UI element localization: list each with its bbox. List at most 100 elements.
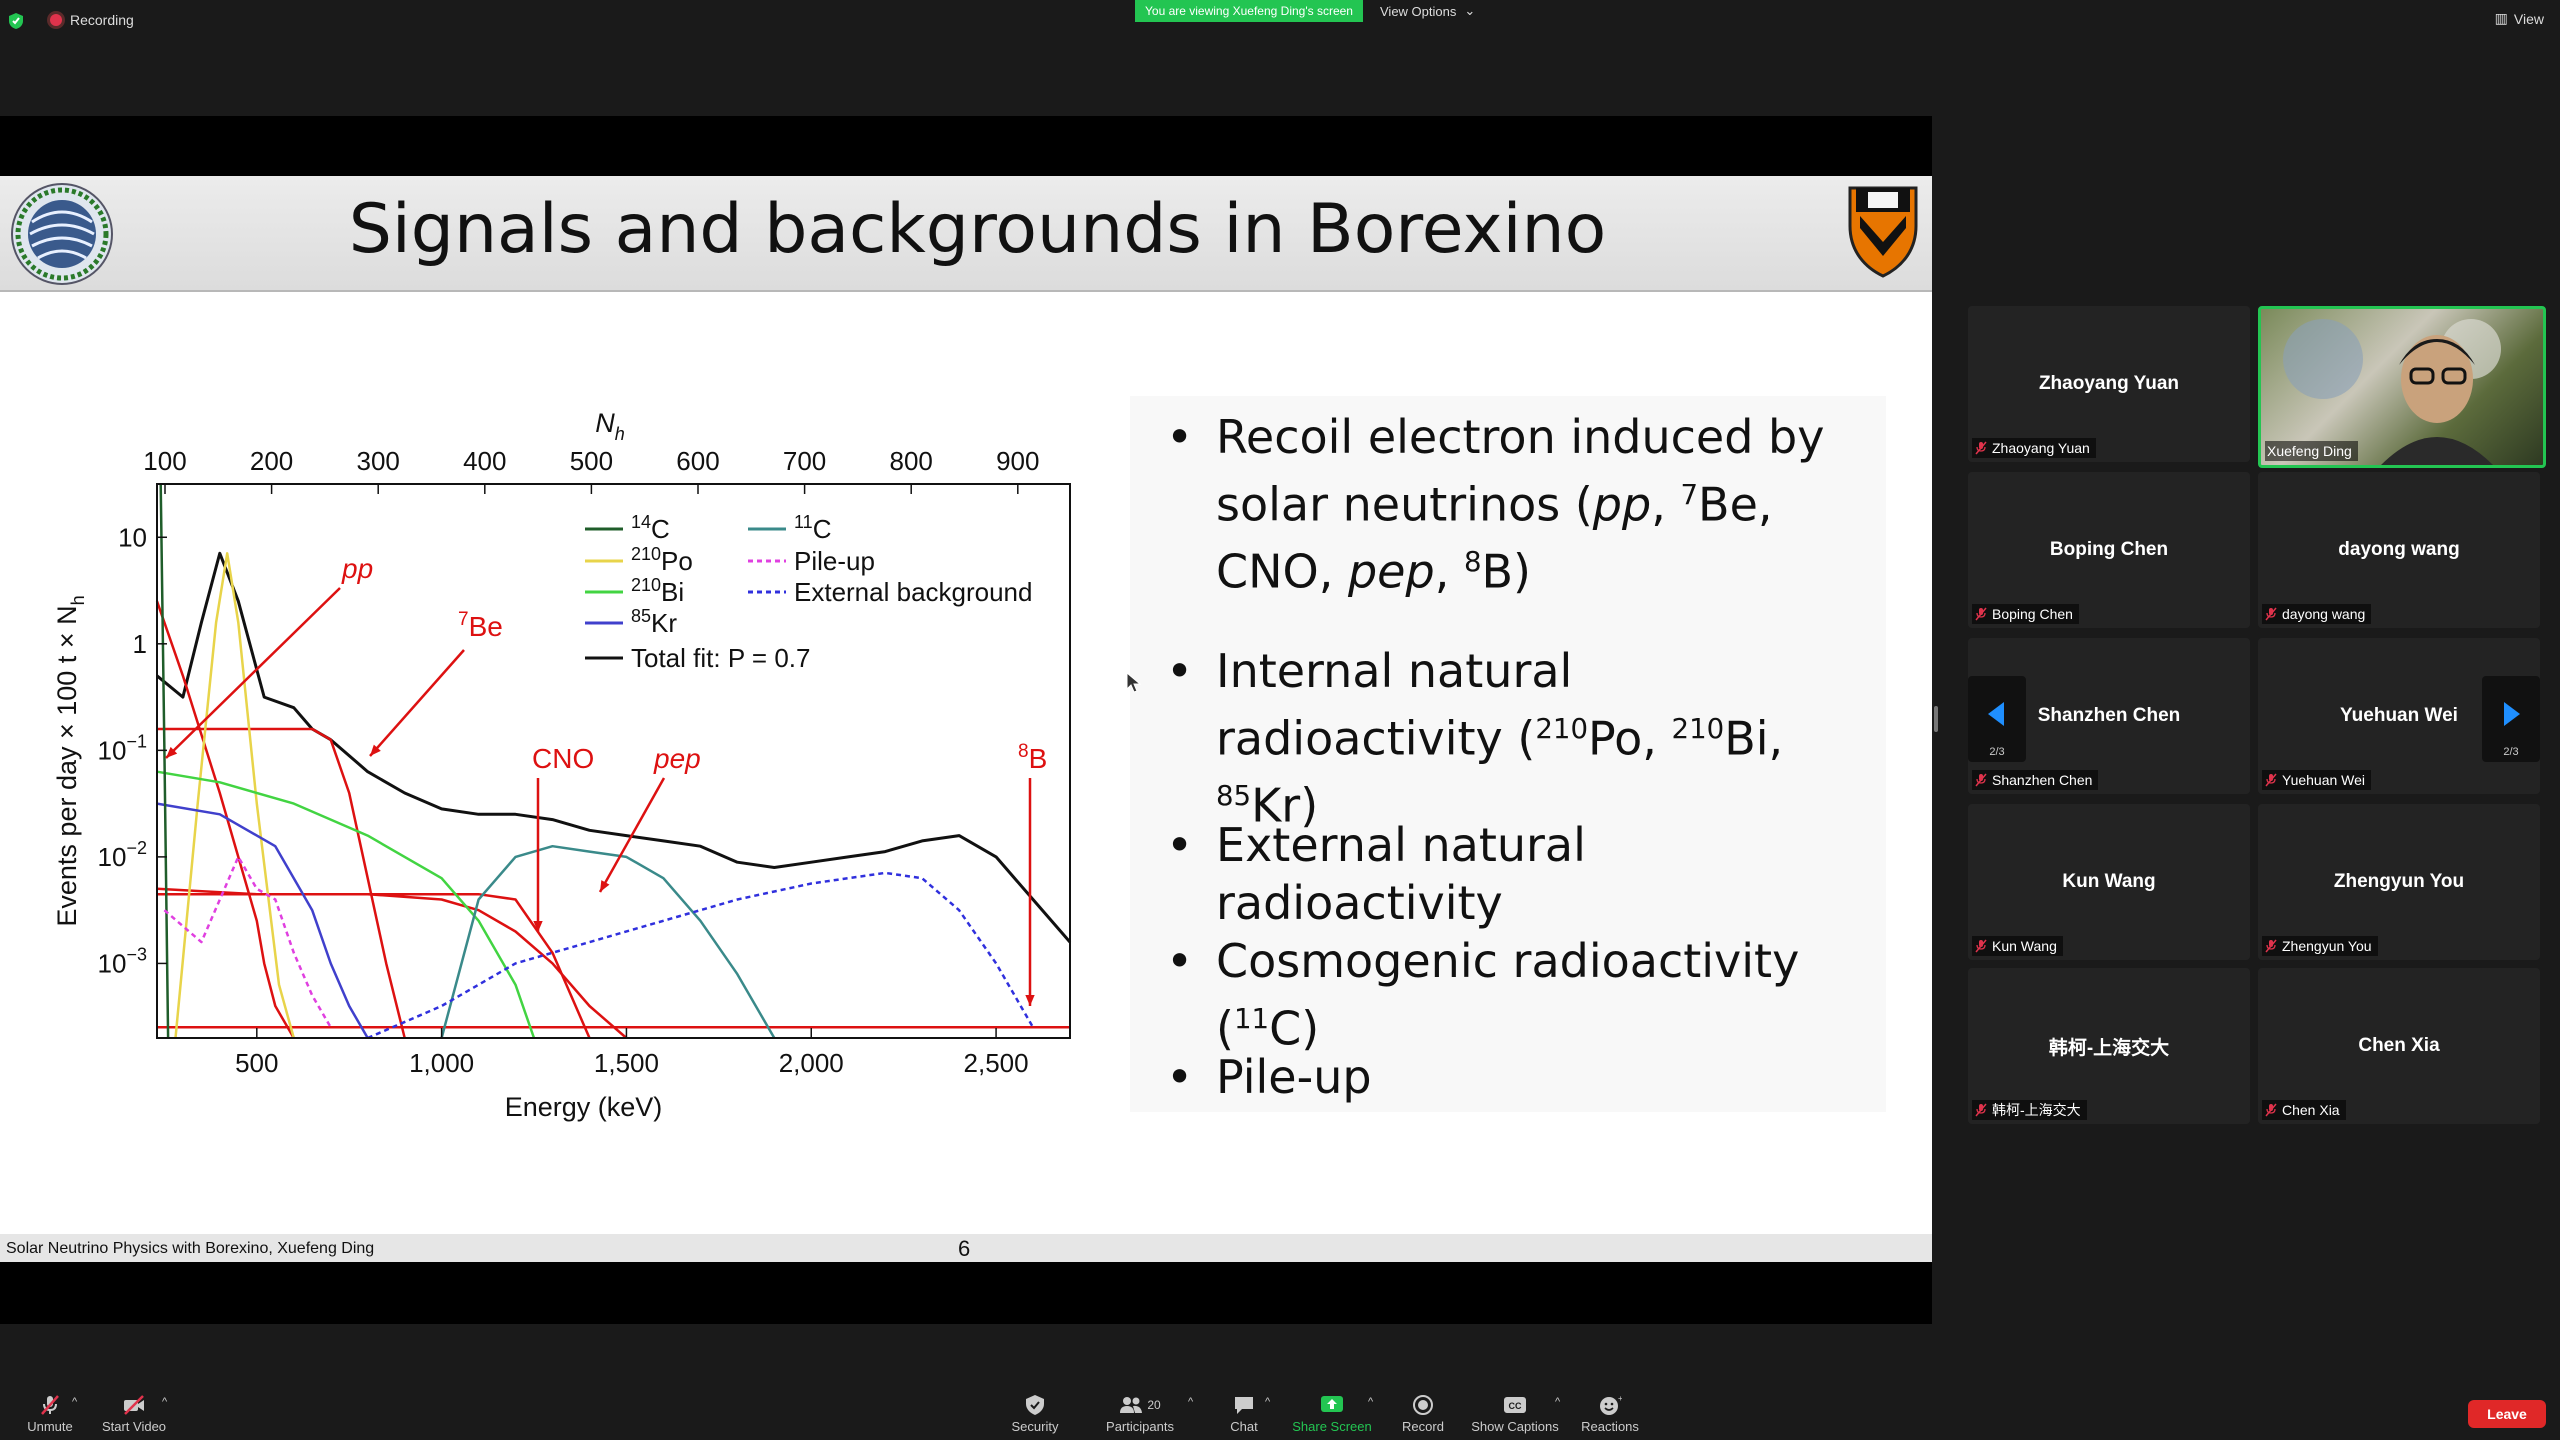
svg-text:CC: CC: [1509, 1401, 1522, 1411]
series-line-12: [367, 871, 1035, 1040]
participants-label: Participants: [1106, 1419, 1174, 1434]
participant-label: Zhaoyang Yuan: [1972, 438, 2096, 458]
x2-tick-label: 600: [676, 446, 719, 476]
bullet-item: • Internal natural radioactivity (210Po, …: [1166, 642, 1856, 835]
reactions-button[interactable]: + Reactions: [1578, 1388, 1642, 1440]
closed-captions-icon: CC: [1504, 1397, 1526, 1413]
reactions-label: Reactions: [1581, 1419, 1639, 1434]
chevron-up-icon[interactable]: ^: [1368, 1396, 1373, 1408]
chevron-up-icon[interactable]: ^: [162, 1396, 167, 1408]
participant-label-text: Boping Chen: [1992, 606, 2073, 622]
bullet-item: • Cosmogenic radioactivity (11C): [1166, 932, 1856, 1057]
gallery-next-button[interactable]: 2/3: [2482, 676, 2540, 762]
x-tick-label: 1,500: [594, 1048, 659, 1078]
mic-off-icon: [1975, 441, 1987, 455]
legend-label: 210Po: [631, 544, 693, 576]
unmute-button[interactable]: Unmute: [22, 1388, 78, 1440]
meeting-toolbar: Unmute ^ Start Video ^ Security 20 Parti…: [0, 1388, 2560, 1440]
bullet-text-part: 210: [1535, 712, 1589, 745]
record-icon: [1413, 1395, 1433, 1415]
legend-label: Pile-up: [794, 546, 875, 576]
slide-page-number: 6: [958, 1236, 971, 1261]
annotation-arrow: [165, 587, 341, 759]
annotation-arrow: [369, 649, 465, 757]
recording-indicator[interactable]: Recording: [50, 10, 134, 30]
bullet-item: • External natural radioactivity: [1166, 816, 1856, 932]
mic-off-icon: [1975, 773, 1987, 787]
chevron-up-icon[interactable]: ^: [72, 1396, 77, 1408]
participants-icon: [1120, 1397, 1143, 1413]
participant-label: dayong wang: [2262, 604, 2372, 624]
record-label: Record: [1402, 1419, 1444, 1434]
chevron-up-icon[interactable]: ^: [1265, 1396, 1270, 1408]
bullet-text-part: 11: [1233, 1002, 1270, 1035]
legend-label: 85Kr: [631, 606, 677, 638]
participant-tile[interactable]: Zhengyun You Zhengyun You: [2258, 804, 2540, 960]
svg-text:+: +: [1618, 1394, 1622, 1403]
bullet-mark: •: [1166, 1050, 1194, 1104]
princeton-shield-logo: [1848, 186, 1918, 278]
panel-resize-handle[interactable]: [1934, 706, 1938, 732]
participant-label-text: dayong wang: [2282, 606, 2366, 622]
record-dot-icon: [50, 14, 62, 26]
start-video-button[interactable]: Start Video: [96, 1388, 172, 1440]
bullet-text: Internal natural radioactivity (210Po, 2…: [1166, 642, 1856, 835]
bullet-text-part: Bi,: [1724, 711, 1784, 766]
annotation-label: pep: [653, 743, 701, 774]
bullet-text-part: Internal natural radioactivity (: [1216, 644, 1573, 766]
bullet-text-part: 210: [1671, 712, 1725, 745]
bullet-text-part: 7: [1680, 478, 1699, 511]
participant-tile[interactable]: 韩柯-上海交大 韩柯-上海交大: [1968, 968, 2250, 1124]
participant-label: Shanzhen Chen: [1972, 770, 2099, 790]
grid-view-icon: ▥: [2494, 10, 2508, 26]
mic-off-icon: [1975, 607, 1987, 621]
mic-off-icon: [2265, 773, 2277, 787]
bullet-text-part: ,: [1651, 477, 1681, 532]
annotation-label: 7Be: [458, 609, 503, 642]
participant-label: Xuefeng Ding: [2265, 441, 2358, 461]
emoji-smile-icon: +: [1600, 1394, 1622, 1415]
chevron-up-icon[interactable]: ^: [1555, 1396, 1560, 1408]
chat-bubble-icon: [1235, 1397, 1253, 1414]
participant-tile[interactable]: Boping Chen Boping Chen: [1968, 472, 2250, 628]
participant-label-text: Kun Wang: [1992, 938, 2057, 954]
security-button[interactable]: Security: [1005, 1388, 1065, 1440]
chevron-up-icon[interactable]: ^: [1188, 1396, 1193, 1408]
record-button[interactable]: Record: [1398, 1388, 1448, 1440]
share-screen-button[interactable]: Share Screen: [1290, 1388, 1374, 1440]
x-tick-label: 2,500: [964, 1048, 1029, 1078]
participants-button[interactable]: 20 Participants: [1100, 1388, 1180, 1440]
bullet-text-part: 8: [1463, 545, 1482, 579]
view-button[interactable]: ▥ View: [2495, 10, 2544, 27]
legend-label: Total fit: P = 0.7: [631, 643, 810, 673]
view-options-button[interactable]: View Options ⌄: [1380, 0, 1475, 22]
participant-label-text: Yuehuan Wei: [2282, 772, 2366, 788]
annotation-label: CNO: [532, 743, 594, 774]
participant-label-text: Zhengyun You: [2282, 938, 2372, 954]
participant-tile[interactable]: Xuefeng Ding: [2258, 306, 2546, 468]
show-captions-button[interactable]: CC Show Captions: [1468, 1388, 1562, 1440]
y-tick-label: 1: [133, 629, 147, 659]
mic-off-icon: [2265, 1103, 2277, 1117]
mic-off-icon: [2265, 939, 2277, 953]
gallery-prev-button[interactable]: 2/3: [1968, 676, 2026, 762]
x2-tick-label: 100: [143, 446, 186, 476]
leave-button[interactable]: Leave: [2468, 1400, 2546, 1428]
x2-tick-label: 300: [357, 446, 400, 476]
participant-tile[interactable]: Kun Wang Kun Wang: [1968, 804, 2250, 960]
bullet-text: Cosmogenic radioactivity (11C): [1166, 932, 1856, 1057]
participant-label-text: Chen Xia: [2282, 1102, 2340, 1118]
bullet-mark: •: [1166, 644, 1194, 698]
chart-annotations: pp 7Be CNO pep 8B: [165, 553, 1047, 1006]
participants-count: 20: [1147, 1398, 1161, 1412]
participant-label-text: Shanzhen Chen: [1992, 772, 2093, 788]
y-tick-label: 10: [118, 522, 147, 552]
chat-button[interactable]: Chat: [1222, 1388, 1266, 1440]
bullet-item: • Recoil electron induced by solar neutri…: [1166, 408, 1856, 601]
share-screen-icon: [1321, 1396, 1343, 1412]
participant-tile[interactable]: Zhaoyang Yuan Zhaoyang Yuan: [1968, 306, 2250, 462]
participant-tile[interactable]: dayong wang dayong wang: [2258, 472, 2540, 628]
legend-label: External background: [794, 577, 1032, 607]
participant-tile[interactable]: Chen Xia Chen Xia: [2258, 968, 2540, 1124]
x2-axis-label: Nh: [595, 408, 625, 444]
